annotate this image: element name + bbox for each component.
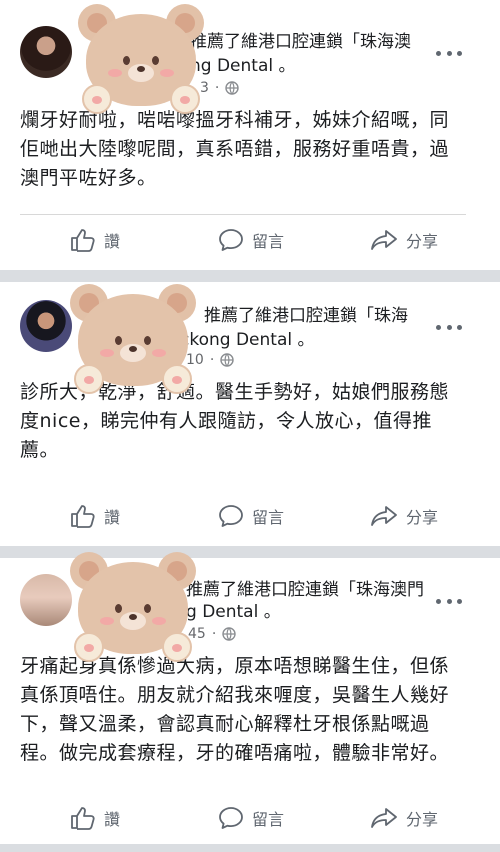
post-body-line: 澳門平咗好多。: [20, 167, 157, 189]
comment-label: 留言: [252, 232, 285, 251]
like-button[interactable]: 讚: [70, 806, 120, 830]
post-separator: [0, 844, 500, 852]
share-label: 分享: [406, 810, 439, 829]
post-body-line: 程。做完成套療程，牙的確唔痛啦，體驗非常好。: [20, 742, 450, 764]
like-icon: [71, 807, 95, 830]
post-actions: 讚 留言 分享: [0, 806, 500, 836]
share-icon: [371, 230, 397, 250]
divider: [20, 214, 466, 215]
post-separator: [0, 270, 500, 282]
like-icon: [71, 505, 95, 528]
comment-icon: [219, 505, 243, 527]
post-body-line: 下，聲又溫柔，會認真耐心解釋杜牙根係點嘅過: [20, 713, 430, 735]
more-options-button[interactable]: [436, 322, 462, 332]
comment-icon: [219, 229, 243, 251]
more-options-button[interactable]: [436, 48, 462, 58]
like-label: 讚: [104, 508, 121, 527]
like-button[interactable]: 讚: [70, 228, 120, 252]
post-body-line: 真係頂唔住。朋友就介紹我來喱度，吳醫生人幾好: [20, 684, 450, 706]
like-icon: [71, 229, 95, 252]
comment-button[interactable]: 留言: [218, 228, 284, 252]
post-header-line[interactable]: ckong Dental 。: [180, 328, 315, 352]
like-label: 讚: [104, 810, 121, 829]
post-header-line[interactable]: 推薦了維港口腔連鎖「珠海澳: [190, 30, 411, 54]
post-header-line[interactable]: g Dental 。: [186, 600, 281, 624]
comment-button[interactable]: 留言: [218, 806, 284, 830]
post-actions: 讚 留言 分享: [0, 228, 500, 258]
bear-sticker: [66, 550, 200, 668]
avatar[interactable]: [20, 300, 72, 352]
share-icon: [371, 506, 397, 526]
post-header-line[interactable]: 推薦了維港口腔連鎖「珠海澳門: [186, 578, 424, 602]
post-body-line: 薦。: [20, 439, 60, 461]
share-icon: [371, 808, 397, 828]
post-header-line[interactable]: 推薦了維港口腔連鎖「珠海: [204, 304, 408, 328]
share-button[interactable]: 分享: [370, 806, 438, 830]
like-button[interactable]: 讚: [70, 504, 120, 528]
share-button[interactable]: 分享: [370, 504, 438, 528]
share-label: 分享: [406, 232, 439, 251]
post-body-line: 佢哋出大陸嚟呢間，真系唔錯，服務好重唔貴，過: [20, 138, 450, 160]
bear-sticker: [66, 282, 200, 400]
post-body: 牙痛起身真係慘過大病，原本唔想睇醫生住，但係 真係頂唔住。朋友就介紹我來喱度，吳…: [20, 652, 480, 768]
avatar[interactable]: [20, 574, 72, 626]
more-options-button[interactable]: [436, 596, 462, 606]
share-button[interactable]: 分享: [370, 228, 438, 252]
globe-icon: [225, 81, 240, 95]
post-actions: 讚 留言 分享: [0, 504, 500, 534]
post-body-line: 度nice，睇完仲有人跟隨訪，令人放心，值得推: [20, 410, 432, 432]
globe-icon: [220, 353, 234, 367]
share-label: 分享: [406, 508, 439, 527]
comment-label: 留言: [252, 810, 285, 829]
comment-icon: [219, 807, 243, 829]
comment-label: 留言: [252, 508, 285, 527]
comment-button[interactable]: 留言: [218, 504, 284, 528]
avatar[interactable]: [20, 26, 72, 78]
like-label: 讚: [104, 232, 121, 251]
globe-icon: [222, 627, 236, 641]
bear-sticker: [74, 2, 208, 120]
